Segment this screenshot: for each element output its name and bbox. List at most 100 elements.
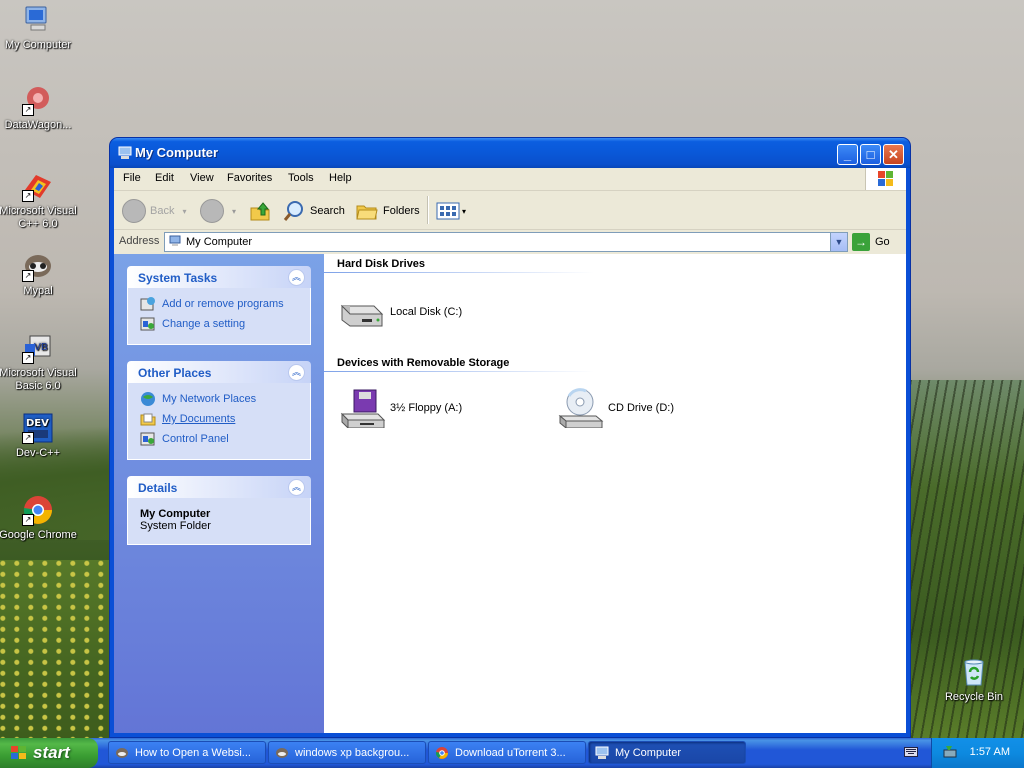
control-panel-link[interactable]: Control Panel: [128, 429, 310, 449]
address-value: My Computer: [186, 236, 253, 248]
control-panel-icon: [140, 432, 155, 446]
hard-disk-icon: [340, 304, 384, 327]
computer-icon: [169, 235, 181, 247]
desktop-icon-google-chrome[interactable]: ↗ Google Chrome: [0, 494, 78, 542]
shortcut-arrow-icon: ↗: [22, 514, 34, 526]
address-label: Address: [119, 235, 160, 247]
chrome-icon: ↗: [22, 494, 54, 526]
my-documents-icon: [140, 413, 156, 426]
desktop-icon-visual-cpp[interactable]: ↗ Microsoft Visual C++ 6.0: [0, 170, 78, 231]
chrome-icon: [435, 747, 448, 759]
collapse-chevron-icon[interactable]: ︽: [288, 269, 305, 286]
minimize-button[interactable]: _: [837, 144, 858, 165]
window-frame: File Edit View Favorites Tools Help Back…: [114, 168, 906, 733]
shortcut-arrow-icon: ↗: [22, 432, 34, 444]
go-arrow-icon: →: [852, 233, 870, 251]
computer-icon: [22, 4, 54, 36]
forward-button[interactable]: ▾: [200, 198, 236, 224]
collapse-chevron-icon[interactable]: ︽: [288, 479, 305, 496]
go-button[interactable]: → Go: [852, 233, 890, 251]
desktop-icon-mypal[interactable]: ↗ Mypal: [0, 250, 78, 298]
group-title-hard-disk: Hard Disk Drives: [337, 258, 426, 270]
menu-help[interactable]: Help: [329, 172, 352, 184]
other-places-panel: Other Places ︽ My Network Places My Docu…: [127, 361, 311, 460]
details-header[interactable]: Details ︽: [127, 476, 311, 498]
floppy-drive-icon: [340, 389, 386, 428]
safely-remove-hardware-icon[interactable]: [942, 745, 958, 759]
raccoon-icon: [276, 748, 288, 758]
dev-cpp-icon: DEV ↗: [22, 412, 54, 444]
desktop-icon-visual-basic[interactable]: VB ↗ Microsoft Visual Basic 6.0: [0, 332, 78, 393]
details-panel: Details ︽ My Computer System Folder: [127, 476, 311, 545]
address-bar: Address My Computer ▼ → Go: [114, 230, 906, 255]
details-type: System Folder: [140, 520, 211, 532]
menu-favorites[interactable]: Favorites: [227, 172, 272, 184]
folders-button[interactable]: Folders: [355, 198, 420, 224]
add-remove-programs-icon: [140, 297, 155, 311]
change-setting-link[interactable]: Change a setting: [128, 314, 310, 334]
address-dropdown-button[interactable]: ▼: [830, 233, 847, 251]
cd-drive-icon: [558, 388, 604, 428]
computer-icon: [595, 746, 609, 759]
maximize-button[interactable]: □: [860, 144, 881, 165]
visual-basic-icon: VB ↗: [22, 332, 54, 364]
add-remove-programs-link[interactable]: Add or remove programs: [128, 294, 310, 314]
desktop-flowers: [0, 560, 110, 740]
up-folder-button[interactable]: [248, 198, 272, 224]
group-title-removable-storage: Devices with Removable Storage: [337, 357, 510, 369]
forward-arrow-icon: [200, 199, 224, 223]
group-divider: [324, 371, 594, 372]
dropdown-icon: ▾: [232, 206, 237, 216]
my-documents-link[interactable]: My Documents: [128, 409, 310, 429]
computer-icon: [118, 146, 132, 160]
system-tray: 1:57 AM: [931, 738, 1024, 768]
taskbar-item-3[interactable]: Download uTorrent 3...: [428, 741, 586, 764]
taskbar-item-2[interactable]: windows xp backgrou...: [268, 741, 426, 764]
windows-logo-icon: [865, 168, 906, 190]
start-button[interactable]: start: [0, 738, 98, 768]
taskbar-item-my-computer[interactable]: My Computer: [588, 741, 746, 764]
keyboard-icon[interactable]: [904, 746, 918, 758]
back-arrow-icon: [122, 199, 146, 223]
collapse-chevron-icon[interactable]: ︽: [288, 364, 305, 381]
other-places-header[interactable]: Other Places ︽: [127, 361, 311, 383]
group-divider: [324, 272, 594, 273]
desktop-icon-my-computer[interactable]: My Computer: [0, 4, 78, 52]
windows-flag-icon: [11, 746, 26, 759]
toolbar-separator: [427, 196, 429, 224]
file-view: Hard Disk Drives Local Disk (C:) Devices…: [324, 254, 906, 733]
menu-edit[interactable]: Edit: [155, 172, 174, 184]
title-bar[interactable]: My Computer _ □ ✕: [110, 138, 910, 168]
system-tasks-panel: System Tasks ︽ Add or remove programs Ch…: [127, 266, 311, 345]
folders-icon: [356, 205, 378, 220]
up-folder-icon: [250, 202, 270, 221]
floppy-drive-a[interactable]: 3½ Floppy (A:): [338, 388, 462, 428]
taskbar-item-1[interactable]: How to Open a Websi...: [108, 741, 266, 764]
views-button[interactable]: ▾: [436, 198, 466, 224]
desktop-icon-recycle-bin[interactable]: Recycle Bin: [934, 656, 1014, 704]
desktop-icon-dev-cpp[interactable]: DEV ↗ Dev-C++: [0, 412, 78, 460]
menu-file[interactable]: File: [123, 172, 141, 184]
clock[interactable]: 1:57 AM: [970, 746, 1010, 758]
svg-text:VB: VB: [34, 342, 48, 353]
system-tasks-header[interactable]: System Tasks ︽: [127, 266, 311, 288]
recycle-bin-icon: [958, 656, 990, 688]
menu-view[interactable]: View: [190, 172, 214, 184]
address-input[interactable]: My Computer ▼: [164, 232, 848, 252]
datawagon-icon: ↗: [22, 84, 54, 116]
shortcut-arrow-icon: ↗: [22, 352, 34, 364]
search-button[interactable]: Search: [282, 198, 345, 224]
back-button[interactable]: Back ▾: [122, 198, 186, 224]
svg-text:DEV: DEV: [26, 418, 49, 429]
window-title: My Computer: [135, 145, 219, 160]
control-panel-icon: [140, 317, 155, 331]
shortcut-arrow-icon: ↗: [22, 190, 34, 202]
cd-drive-d[interactable]: CD Drive (D:): [556, 388, 674, 428]
local-disk-c[interactable]: Local Disk (C:): [338, 292, 462, 332]
desktop-icon-datawagon[interactable]: ↗ DataWagon...: [0, 84, 78, 132]
dropdown-icon: ▾: [462, 206, 467, 216]
shortcut-arrow-icon: ↗: [22, 270, 34, 282]
menu-tools[interactable]: Tools: [288, 172, 314, 184]
close-button[interactable]: ✕: [883, 144, 904, 165]
my-network-places-link[interactable]: My Network Places: [128, 389, 310, 409]
